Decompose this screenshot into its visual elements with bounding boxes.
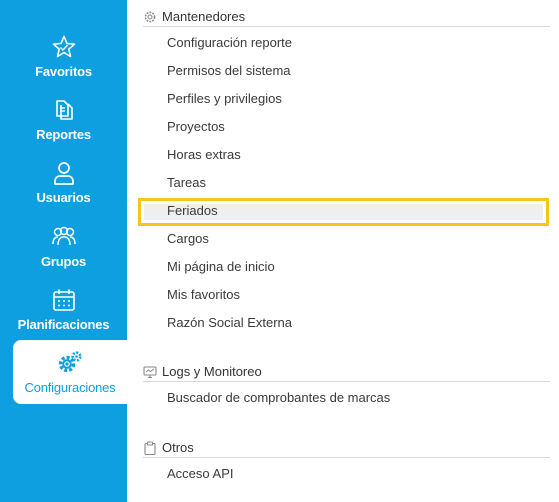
- link-perfiles-privilegios[interactable]: Perfiles y privilegios: [167, 90, 282, 108]
- sidebar-item-favoritos[interactable]: Favoritos: [0, 32, 127, 96]
- sidebar-item-label: Favoritos: [35, 64, 92, 79]
- section-title: Mantenedores: [162, 9, 246, 24]
- users-group-icon: [51, 224, 77, 250]
- link-acceso-api[interactable]: Acceso API: [167, 465, 233, 483]
- link-mi-pagina-inicio[interactable]: Mi página de inicio: [167, 258, 275, 276]
- user-icon: [51, 160, 77, 186]
- link-proyectos[interactable]: Proyectos: [167, 118, 225, 136]
- section-header-otros: Otros: [143, 438, 550, 458]
- link-configuracion-reporte[interactable]: Configuración reporte: [167, 34, 292, 52]
- sidebar-item-usuarios[interactable]: Usuarios: [0, 158, 127, 222]
- section-title: Otros: [162, 440, 194, 455]
- link-tareas[interactable]: Tareas: [167, 174, 206, 192]
- calendar-icon: [51, 287, 77, 313]
- sidebar-item-grupos[interactable]: Grupos: [0, 222, 127, 286]
- sidebar-item-label: Configuraciones: [24, 380, 116, 395]
- section-title: Logs y Monitoreo: [162, 364, 262, 379]
- section-header-mantenedores: Mantenedores: [143, 7, 550, 27]
- sidebar: Favoritos Reportes Usuarios Grupos Plani…: [0, 0, 127, 502]
- sidebar-item-label: Reportes: [36, 127, 91, 142]
- sidebar-item-label: Usuarios: [36, 190, 91, 205]
- link-cargos[interactable]: Cargos: [167, 230, 209, 248]
- clipboard-icon: [143, 441, 157, 455]
- documents-icon: [51, 97, 77, 123]
- sidebar-item-reportes[interactable]: Reportes: [0, 95, 127, 159]
- link-razon-social-externa[interactable]: Razón Social Externa: [167, 314, 292, 332]
- link-permisos-sistema[interactable]: Permisos del sistema: [167, 62, 291, 80]
- link-mis-favoritos[interactable]: Mis favoritos: [167, 286, 240, 304]
- link-horas-extras[interactable]: Horas extras: [167, 146, 241, 164]
- gear-icon: [143, 10, 157, 24]
- monitor-icon: [143, 365, 157, 379]
- link-buscador-comprobantes[interactable]: Buscador de comprobantes de marcas: [167, 389, 390, 407]
- sidebar-item-label: Grupos: [40, 254, 87, 269]
- link-feriados[interactable]: Feriados: [167, 202, 218, 220]
- gears-icon: [57, 350, 83, 376]
- section-header-logs: Logs y Monitoreo: [143, 362, 550, 382]
- sidebar-item-label: Planificaciones: [17, 317, 110, 332]
- star-icon: [51, 34, 77, 60]
- sidebar-item-configuraciones[interactable]: Configuraciones: [13, 340, 127, 404]
